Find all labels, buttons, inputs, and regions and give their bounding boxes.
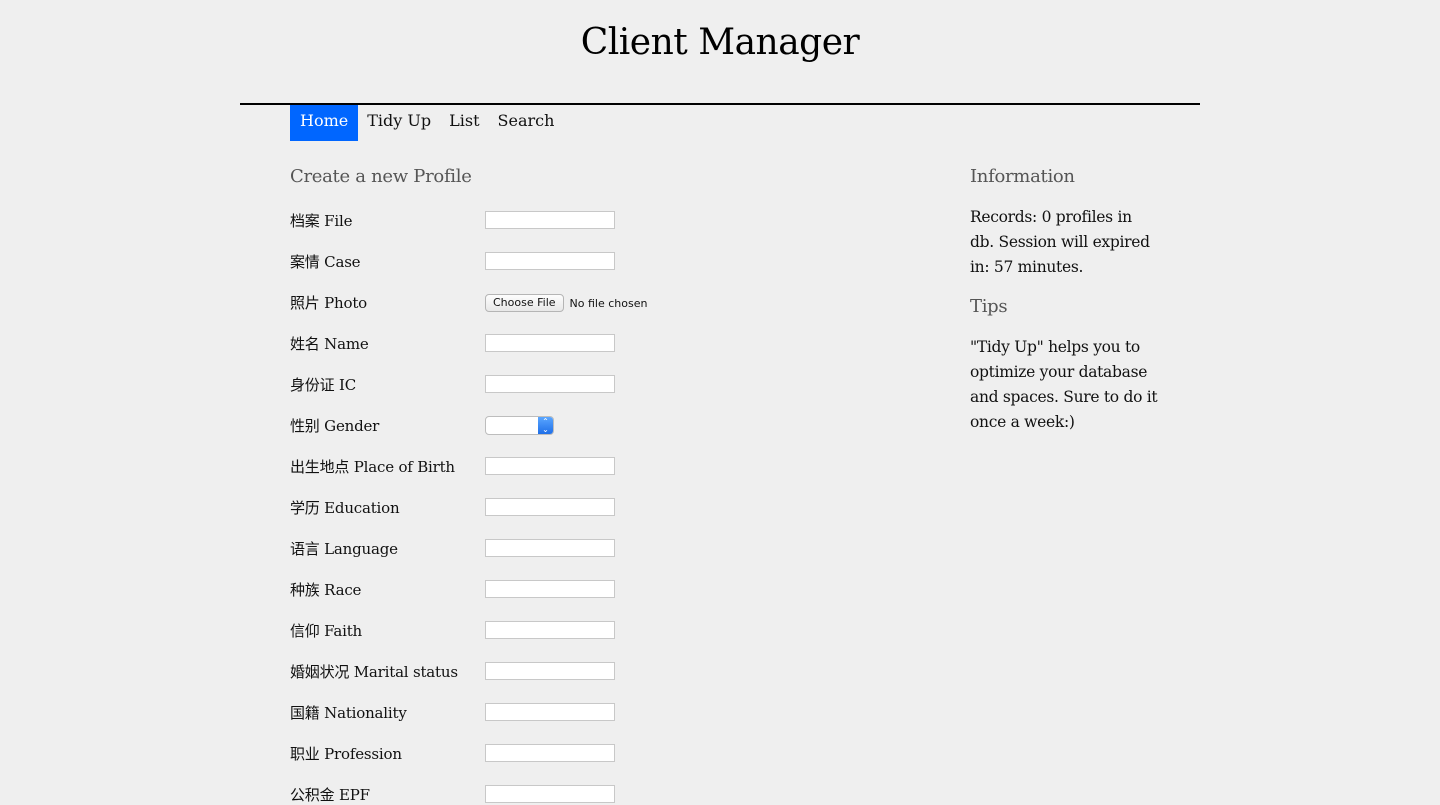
site-title: Client Manager	[580, 22, 860, 63]
tips-title: Tips	[970, 296, 1008, 317]
name-input[interactable]	[485, 334, 615, 352]
marital-status-label: 婚姻状况 Marital status	[290, 663, 458, 681]
profession-label: 职业 Profession	[290, 745, 402, 763]
nav-list[interactable]: List	[440, 105, 488, 141]
case-label: 案情 Case	[290, 253, 361, 271]
page: Client Manager Home Tidy Up List Search …	[0, 0, 1440, 805]
profile-form: 档案 File 案情 Case 照片 Photo 姓名 Name 身份证 IC …	[290, 200, 710, 805]
form-row-case: 案情 Case	[290, 241, 710, 282]
nationality-label: 国籍 Nationality	[290, 704, 407, 722]
ic-input[interactable]	[485, 375, 615, 393]
main-nav: Home Tidy Up List Search	[290, 105, 563, 141]
nav-tidy-up[interactable]: Tidy Up	[358, 105, 440, 141]
photo-label: 照片 Photo	[290, 294, 368, 312]
tips-text: "Tidy Up" helps you to optimize your dat…	[970, 338, 1158, 431]
form-row-nationality: 国籍 Nationality	[290, 692, 710, 733]
form-row-name: 姓名 Name	[290, 323, 710, 364]
file-input[interactable]	[485, 211, 615, 229]
epf-input[interactable]	[485, 785, 615, 803]
info-title: Information	[970, 166, 1075, 187]
form-row-education: 学历 Education	[290, 487, 710, 528]
education-input[interactable]	[485, 498, 615, 516]
select-arrows-icon: ⌃ ⌄	[538, 417, 553, 434]
nav-home[interactable]: Home	[290, 105, 359, 141]
nationality-input[interactable]	[485, 703, 615, 721]
case-input[interactable]	[485, 252, 615, 270]
choose-file-button[interactable]: Choose File	[485, 294, 564, 312]
form-row-ic: 身份证 IC	[290, 364, 710, 405]
form-row-language: 语言 Language	[290, 528, 710, 569]
file-label: 档案 File	[290, 212, 353, 230]
form-title: Create a new Profile	[290, 166, 472, 187]
form-row-epf: 公积金 EPF	[290, 774, 710, 805]
file-status-text: No file chosen	[569, 296, 648, 310]
faith-input[interactable]	[485, 621, 615, 639]
marital-status-input[interactable]	[485, 662, 615, 680]
race-label: 种族 Race	[290, 581, 362, 599]
form-row-marital-status: 婚姻状况 Marital status	[290, 651, 710, 692]
language-input[interactable]	[485, 539, 615, 557]
photo-file-picker: Choose File No file chosen	[485, 293, 647, 313]
form-row-race: 种族 Race	[290, 569, 710, 610]
profession-input[interactable]	[485, 744, 615, 762]
place-of-birth-input[interactable]	[485, 457, 615, 475]
form-row-faith: 信仰 Faith	[290, 610, 710, 651]
name-label: 姓名 Name	[290, 335, 369, 353]
form-row-place-of-birth: 出生地点 Place of Birth	[290, 446, 710, 487]
gender-label: 性别 Gender	[290, 417, 380, 435]
education-label: 学历 Education	[290, 499, 400, 517]
sidebar: Information Records: 0 profiles in db. S…	[970, 160, 1160, 435]
race-input[interactable]	[485, 580, 615, 598]
place-of-birth-label: 出生地点 Place of Birth	[290, 458, 455, 476]
form-row-profession: 职业 Profession	[290, 733, 710, 774]
nav-search[interactable]: Search	[489, 105, 564, 141]
gender-select[interactable]: ⌃ ⌄	[485, 416, 554, 435]
faith-label: 信仰 Faith	[290, 622, 362, 640]
form-row-file: 档案 File	[290, 200, 710, 241]
info-text: Records: 0 profiles in db. Session will …	[970, 208, 1150, 276]
language-label: 语言 Language	[290, 540, 398, 558]
epf-label: 公积金 EPF	[290, 786, 370, 804]
ic-label: 身份证 IC	[290, 376, 356, 394]
